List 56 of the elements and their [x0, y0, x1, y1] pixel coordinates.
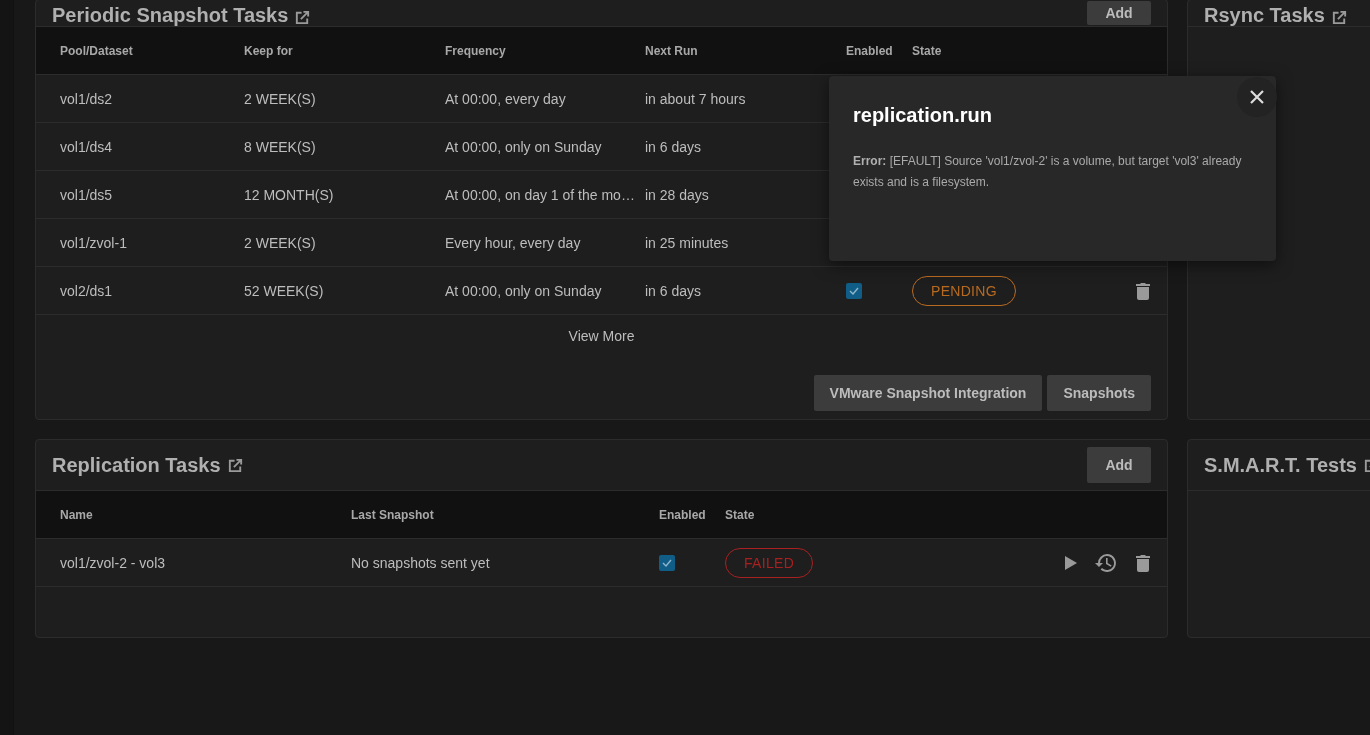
table-cell: 12 MONTH(S)	[244, 186, 334, 203]
table-cell: vol1/ds2	[60, 90, 113, 107]
table-cell: 2 WEEK(S)	[244, 234, 316, 251]
table-cell: At 00:00, only on Sunday	[445, 282, 602, 299]
table-cell: At 00:00, every day	[445, 90, 566, 107]
table-cell: vol1/ds4	[60, 138, 113, 155]
delete-icon[interactable]	[1135, 553, 1151, 572]
table-cell: 2 WEEK(S)	[244, 90, 316, 107]
table-cell: No snapshots sent yet	[351, 554, 490, 571]
action-button[interactable]: VMware Snapshot Integration	[813, 375, 1043, 411]
add-button[interactable]: Add	[1087, 447, 1151, 483]
check-icon	[849, 287, 859, 296]
error-message: Error: [EFAULT] Source 'vol1/zvol-2' is a volume, but target 'vol3' already exists and is a filesystem.	[853, 153, 1243, 191]
close-icon	[1249, 89, 1265, 105]
table-cell: Every hour, every day	[445, 234, 581, 251]
table-cell: in 25 minutes	[645, 234, 729, 251]
external-link-icon[interactable]	[1330, 9, 1348, 26]
table-cell: in 28 days	[645, 186, 709, 203]
card-title: Replication Tasks	[52, 453, 221, 477]
card-title: Rsync Tasks	[1204, 4, 1325, 26]
table-cell: vol1/zvol-2 - vol3	[60, 554, 166, 571]
column-header: Keep for	[244, 43, 293, 58]
table-cell: vol2/ds1	[60, 282, 113, 299]
close-button[interactable]	[1237, 77, 1277, 117]
table-cell: vol1/ds5	[60, 186, 113, 203]
table-cell: vol1/zvol-1	[60, 234, 127, 251]
external-link-icon[interactable]	[226, 456, 244, 474]
action-button[interactable]: Snapshots	[1047, 375, 1151, 411]
table-cell: in 6 days	[645, 138, 702, 155]
column-header: Name	[60, 507, 93, 522]
dialog-title: replication.run	[853, 104, 993, 127]
play-icon[interactable]	[1065, 555, 1077, 570]
table-cell: At 00:00, on day 1 of the mo…	[445, 186, 635, 203]
table-cell: in 6 days	[645, 282, 702, 299]
table-cell: 52 WEEK(S)	[244, 282, 324, 299]
check-icon	[662, 559, 672, 568]
column-header: State	[725, 507, 755, 522]
checkbox[interactable]	[659, 555, 675, 572]
column-header: Enabled	[659, 507, 706, 522]
history-icon[interactable]	[1095, 552, 1117, 573]
column-header: Frequency	[445, 43, 506, 58]
column-header: Enabled	[846, 43, 893, 58]
table-cell: in about 7 hours	[645, 90, 746, 107]
column-header: State	[912, 43, 942, 58]
external-link-icon[interactable]	[294, 9, 312, 26]
table-cell: At 00:00, only on Sunday	[445, 138, 602, 155]
card-title: S.M.A.R.T. Tests	[1204, 453, 1357, 477]
column-header: Last Snapshot	[351, 507, 434, 522]
checkbox[interactable]	[846, 283, 862, 300]
delete-icon[interactable]	[1135, 281, 1151, 300]
column-header: Pool/Dataset	[60, 43, 133, 58]
table-cell: 8 WEEK(S)	[244, 138, 316, 155]
view-more-link[interactable]: View More	[568, 328, 635, 344]
column-header: Next Run	[645, 43, 698, 58]
add-button[interactable]: Add	[1087, 1, 1151, 25]
card-title: Periodic Snapshot Tasks	[52, 4, 289, 26]
